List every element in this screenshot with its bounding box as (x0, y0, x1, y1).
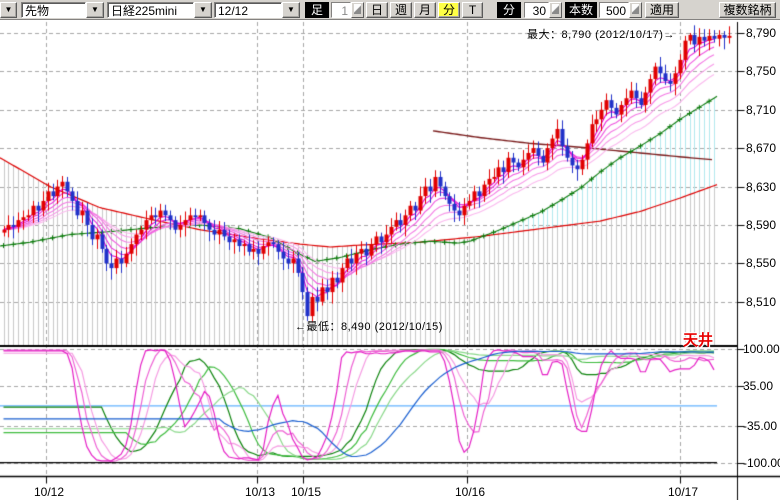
price-axis-label: 8,750 (746, 64, 776, 78)
bars-value: 500 (599, 2, 629, 18)
minute-label: 分 (497, 2, 521, 18)
date-axis-label: 10/15 (291, 485, 321, 499)
multi-symbol-button[interactable]: 複数銘柄 (719, 2, 776, 18)
spinner-icon[interactable] (351, 2, 364, 18)
oscillator-axis-label: -35.00 (743, 419, 777, 433)
spinner-icon[interactable] (629, 2, 642, 18)
max-price-annotation: 最大：8,790 (2012/10/17)→ (527, 26, 675, 42)
chevron-down-icon[interactable]: ▼ (86, 2, 104, 18)
toolbar: ▼ 先物 ▼ 日経225mini ▼ 12/12 ▼ 足 1 日 週 月 分 T… (0, 0, 780, 20)
bars-spinner[interactable]: 500 (599, 2, 642, 18)
price-axis-label: 8,790 (746, 26, 776, 40)
chart-area: 最大：8,790 (2012/10/17)→ ←最低：8,490 (2012/1… (0, 20, 780, 500)
price-axis-label: 8,590 (746, 218, 776, 232)
contract-month-value: 12/12 (214, 2, 282, 18)
bars-label: 本数 (565, 2, 597, 18)
period-day-button[interactable]: 日 (366, 2, 388, 18)
oscillator-axis-label: 35.00 (743, 379, 773, 393)
period-month-button[interactable]: 月 (414, 2, 436, 18)
symbol-select[interactable]: 日経225mini ▼ (107, 2, 212, 18)
chart-canvas[interactable] (0, 20, 780, 500)
edge-combo-arrow-button[interactable]: ▼ (0, 2, 17, 18)
date-axis-label: 10/12 (34, 485, 64, 499)
contract-month-select[interactable]: 12/12 ▼ (214, 2, 300, 18)
price-axis-label: 8,510 (746, 295, 776, 309)
chevron-down-icon[interactable]: ▼ (282, 2, 300, 18)
date-axis-label: 10/17 (668, 485, 698, 499)
apply-button[interactable]: 適用 (645, 2, 679, 18)
ceiling-signal-label: 天井 (683, 329, 713, 350)
price-axis-label: 8,670 (746, 141, 776, 155)
period-week-button[interactable]: 週 (390, 2, 412, 18)
oscillator-axis-label: -100.00 (743, 456, 780, 470)
ashi-label: 足 (305, 2, 329, 18)
price-axis-label: 8,710 (746, 103, 776, 117)
symbol-select-value: 日経225mini (107, 2, 194, 18)
minute-value: 30 (524, 2, 549, 18)
date-axis-label: 10/13 (245, 485, 275, 499)
period-minute-button[interactable]: 分 (438, 2, 460, 18)
price-axis-label: 8,550 (746, 256, 776, 270)
chevron-down-icon[interactable]: ▼ (194, 2, 212, 18)
spinner-icon[interactable] (549, 2, 562, 18)
period-tick-button[interactable]: T (462, 2, 483, 18)
minute-spinner[interactable]: 30 (524, 2, 562, 18)
price-axis-label: 8,630 (746, 180, 776, 194)
market-select[interactable]: 先物 ▼ (21, 2, 104, 18)
interval-spinner[interactable]: 1 (331, 2, 364, 18)
date-axis-label: 10/16 (455, 485, 485, 499)
min-price-annotation: ←最低：8,490 (2012/10/15) (295, 318, 443, 334)
interval-value: 1 (331, 2, 351, 18)
market-select-value: 先物 (21, 2, 86, 18)
oscillator-axis-label: 100.00 (743, 342, 780, 356)
